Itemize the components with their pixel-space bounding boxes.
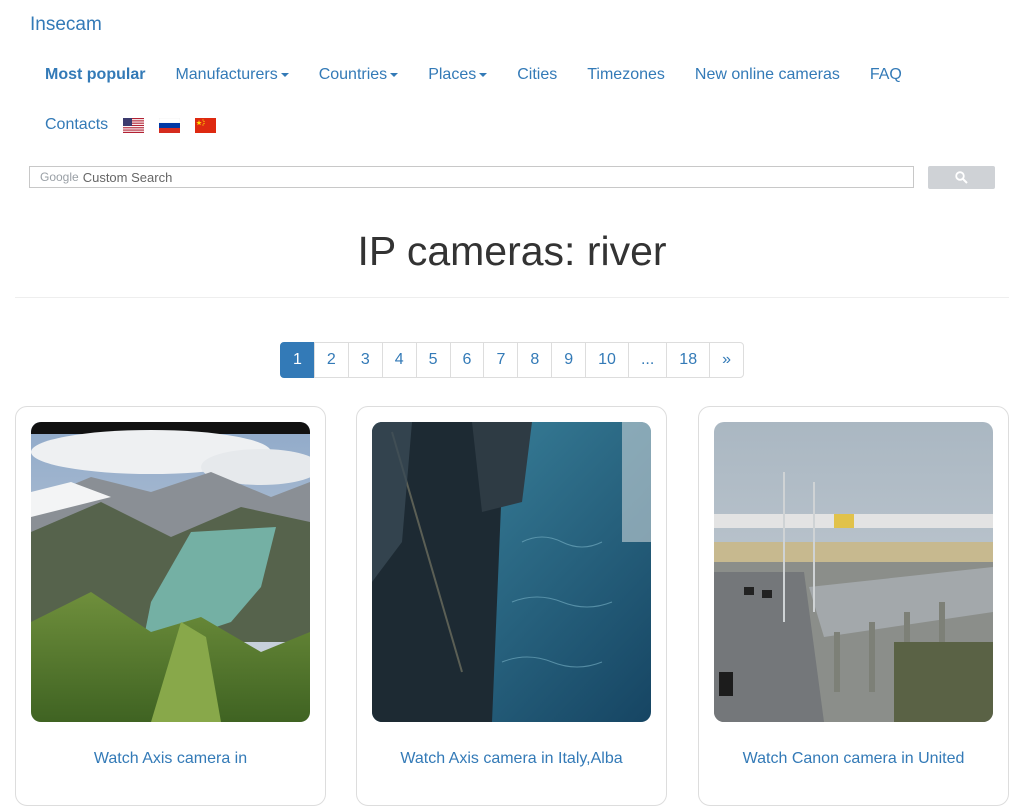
divider <box>15 297 1009 298</box>
page-link-5[interactable]: 5 <box>415 342 451 378</box>
nav-new-online-label: New online cameras <box>694 66 840 83</box>
camera-title[interactable]: Watch Canon camera in United <box>699 750 1008 768</box>
search-input[interactable]: Google Custom Search <box>29 166 914 188</box>
page-link-7[interactable]: 7 <box>483 342 519 378</box>
page-title: IP cameras: river <box>357 228 667 274</box>
search-button[interactable] <box>928 166 995 189</box>
camera-title[interactable]: Watch Axis camera in Italy,Alba <box>357 750 666 768</box>
page-link-6[interactable]: 6 <box>449 342 485 378</box>
search-placeholder: Custom Search <box>82 169 173 185</box>
pagination: 1 2 3 4 5 6 7 8 9 10 ... 18 » <box>280 342 744 378</box>
nav-cities[interactable]: Cities <box>502 50 572 100</box>
caret-down-icon <box>280 73 289 77</box>
nav-faq-label: FAQ <box>869 66 902 83</box>
language-flags <box>123 100 246 150</box>
nav-manufacturers-label: Manufacturers <box>175 66 278 83</box>
nav-contacts[interactable]: Contacts <box>30 100 123 150</box>
page-link-8[interactable]: 8 <box>517 342 553 378</box>
camera-thumbnail[interactable] <box>714 422 993 722</box>
page-link-2[interactable]: 2 <box>313 342 349 378</box>
page-link-3[interactable]: 3 <box>347 342 383 378</box>
nav-timezones-label: Timezones <box>587 66 665 83</box>
russia-flag-icon[interactable] <box>159 117 181 133</box>
nav-countries-label: Countries <box>318 66 388 83</box>
brand-logo[interactable]: Insecam <box>30 14 102 36</box>
page-link-10[interactable]: 10 <box>585 342 629 378</box>
nav-contacts-label: Contacts <box>45 116 109 133</box>
main-nav: Most popular Manufacturers Countries Pla… <box>30 50 990 150</box>
nav-new-online-cameras[interactable]: New online cameras <box>680 50 855 100</box>
camera-card: Watch Axis camera in <box>15 406 326 806</box>
us-flag-icon[interactable] <box>123 117 145 133</box>
nav-faq[interactable]: FAQ <box>855 50 917 100</box>
camera-card: Watch Canon camera in United <box>698 406 1009 806</box>
nav-timezones[interactable]: Timezones <box>572 50 680 100</box>
caret-down-icon <box>390 73 399 77</box>
caret-down-icon <box>479 73 488 77</box>
nav-places-label: Places <box>428 66 477 83</box>
google-label: Google <box>40 170 79 184</box>
camera-thumbnail[interactable] <box>31 422 310 722</box>
camera-title[interactable]: Watch Axis camera in <box>16 750 325 768</box>
nav-most-popular-label: Most popular <box>45 66 146 83</box>
nav-manufacturers[interactable]: Manufacturers <box>160 50 303 100</box>
camera-card: Watch Axis camera in Italy,Alba <box>356 406 667 806</box>
page-link-1[interactable]: 1 <box>280 342 315 378</box>
page-ellipsis: ... <box>627 342 668 378</box>
nav-places[interactable]: Places <box>413 50 502 100</box>
search-icon <box>955 171 968 184</box>
camera-thumbnail[interactable] <box>372 422 651 722</box>
next-page-link[interactable]: » <box>709 342 744 378</box>
page-link-9[interactable]: 9 <box>551 342 587 378</box>
nav-most-popular[interactable]: Most popular <box>30 50 160 100</box>
china-flag-icon[interactable] <box>195 117 217 133</box>
nav-cities-label: Cities <box>517 66 558 83</box>
nav-countries[interactable]: Countries <box>304 50 413 100</box>
page-link-18[interactable]: 18 <box>666 342 711 378</box>
page-link-4[interactable]: 4 <box>381 342 417 378</box>
